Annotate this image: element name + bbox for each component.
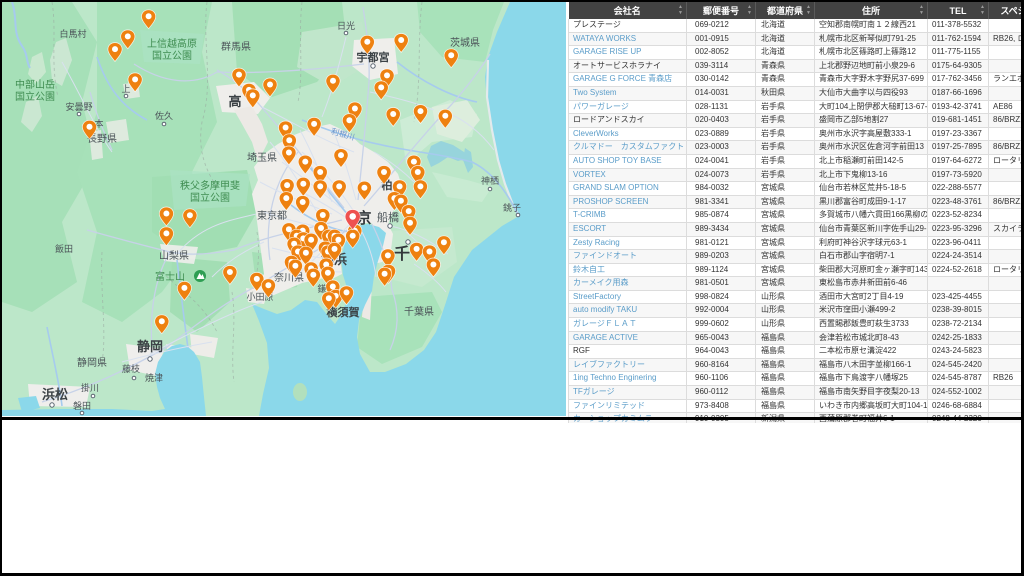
svg-text:飯田: 飯田 [55, 243, 73, 254]
svg-text:磐田: 磐田 [73, 400, 91, 411]
svg-text:神栖: 神栖 [481, 175, 499, 186]
svg-text:焼津: 焼津 [145, 373, 163, 383]
svg-text:上信越高原: 上信越高原 [147, 37, 197, 50]
svg-text:佐久: 佐久 [155, 110, 173, 121]
svg-text:秩父多摩甲斐: 秩父多摩甲斐 [180, 179, 240, 192]
svg-text:日光: 日光 [337, 20, 355, 31]
svg-text:浜松: 浜松 [42, 387, 68, 402]
svg-text:中部山岳: 中部山岳 [15, 78, 55, 91]
svg-text:安曇野: 安曇野 [65, 101, 92, 112]
svg-text:国立公園: 国立公園 [190, 191, 230, 204]
svg-text:国立公園: 国立公園 [15, 90, 55, 103]
svg-text:東京都: 東京都 [257, 209, 287, 222]
svg-text:上: 上 [121, 84, 130, 94]
svg-text:千: 千 [394, 245, 410, 263]
svg-text:山梨県: 山梨県 [159, 249, 189, 262]
svg-text:静岡: 静岡 [137, 339, 163, 354]
svg-text:茨城県: 茨城県 [450, 36, 480, 49]
svg-text:埼玉県: 埼玉県 [247, 151, 277, 164]
svg-text:白馬村: 白馬村 [59, 28, 86, 39]
svg-text:掛川: 掛川 [81, 382, 99, 393]
svg-text:静岡県: 静岡県 [77, 356, 107, 369]
svg-text:高: 高 [228, 94, 241, 109]
svg-text:千葉県: 千葉県 [404, 305, 434, 318]
svg-text:藤枝: 藤枝 [122, 363, 140, 374]
svg-text:宇都宮: 宇都宮 [357, 50, 390, 64]
svg-text:船橋: 船橋 [377, 210, 399, 224]
svg-text:国立公園: 国立公園 [152, 49, 192, 62]
svg-text:銚子: 銚子 [503, 202, 521, 213]
svg-text:群馬県: 群馬県 [221, 40, 251, 53]
svg-text:富士山: 富士山 [155, 270, 185, 283]
